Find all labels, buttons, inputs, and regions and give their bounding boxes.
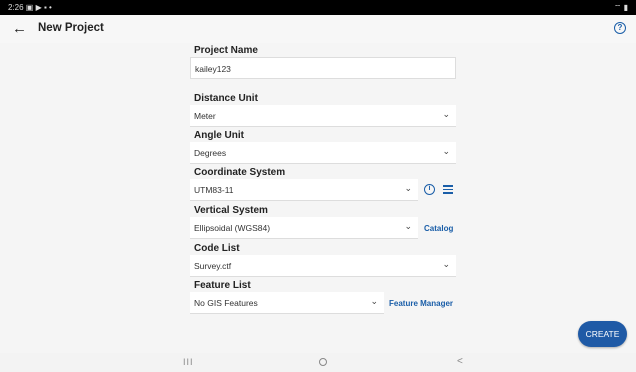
system-nav-bar: III < [0, 353, 636, 372]
chevron-down-icon: ⌄ [404, 221, 412, 231]
feature-list-label: Feature List [194, 280, 251, 291]
coordinate-system-label: Coordinate System [194, 167, 286, 178]
chevron-down-icon: ⌄ [404, 183, 412, 193]
app-bar: ← New Project ? [0, 15, 636, 43]
distance-unit-label: Distance Unit [194, 93, 258, 104]
status-right-icons: ⌔ ▮ [613, 3, 628, 12]
angle-unit-label: Angle Unit [194, 130, 244, 141]
catalog-link[interactable]: Catalog [424, 224, 453, 233]
nav-back-icon[interactable]: < [457, 356, 463, 367]
chevron-down-icon: ⌄ [442, 109, 450, 119]
code-list-select[interactable]: Survey.ctf ⌄ [190, 255, 456, 277]
page-title: New Project [38, 22, 104, 34]
feature-manager-link[interactable]: Feature Manager [389, 299, 453, 308]
status-time-and-icons: 2:26 ▣ ▶ ▪ • [8, 3, 52, 12]
distance-unit-value: Meter [194, 111, 216, 121]
coordinate-system-value: UTM83-11 [194, 185, 234, 195]
code-list-value: Survey.ctf [194, 261, 232, 271]
back-arrow-icon[interactable]: ← [12, 19, 27, 39]
code-list-label: Code List [194, 243, 240, 254]
info-icon[interactable]: i [424, 184, 435, 195]
list-icon[interactable] [443, 185, 453, 194]
vertical-system-value: Ellipsoidal (WGS84) [194, 223, 271, 233]
vertical-system-select[interactable]: Ellipsoidal (WGS84) ⌄ [190, 217, 418, 239]
distance-unit-select[interactable]: Meter ⌄ [190, 105, 456, 127]
feature-list-value: No GIS Features [194, 298, 258, 308]
help-icon[interactable]: ? [614, 22, 626, 34]
status-bar: 2:26 ▣ ▶ ▪ • ⌔ ▮ [0, 0, 636, 15]
chevron-down-icon: ⌄ [370, 296, 378, 306]
chevron-down-icon: ⌄ [442, 259, 450, 269]
project-form: Project Name kailey123 Distance Unit Met… [0, 43, 636, 353]
create-button[interactable]: CREATE [578, 321, 627, 347]
home-icon[interactable] [319, 358, 327, 366]
chevron-down-icon: ⌄ [442, 146, 450, 156]
angle-unit-select[interactable]: Degrees ⌄ [190, 142, 456, 164]
vertical-system-label: Vertical System [194, 205, 268, 216]
feature-list-select[interactable]: No GIS Features ⌄ [190, 292, 384, 314]
project-name-input[interactable]: kailey123 [190, 57, 456, 79]
angle-unit-value: Degrees [194, 148, 227, 158]
recents-icon[interactable]: III [183, 357, 194, 367]
project-name-value: kailey123 [195, 64, 231, 74]
coordinate-system-select[interactable]: UTM83-11 ⌄ [190, 179, 418, 201]
project-name-label: Project Name [194, 45, 258, 56]
